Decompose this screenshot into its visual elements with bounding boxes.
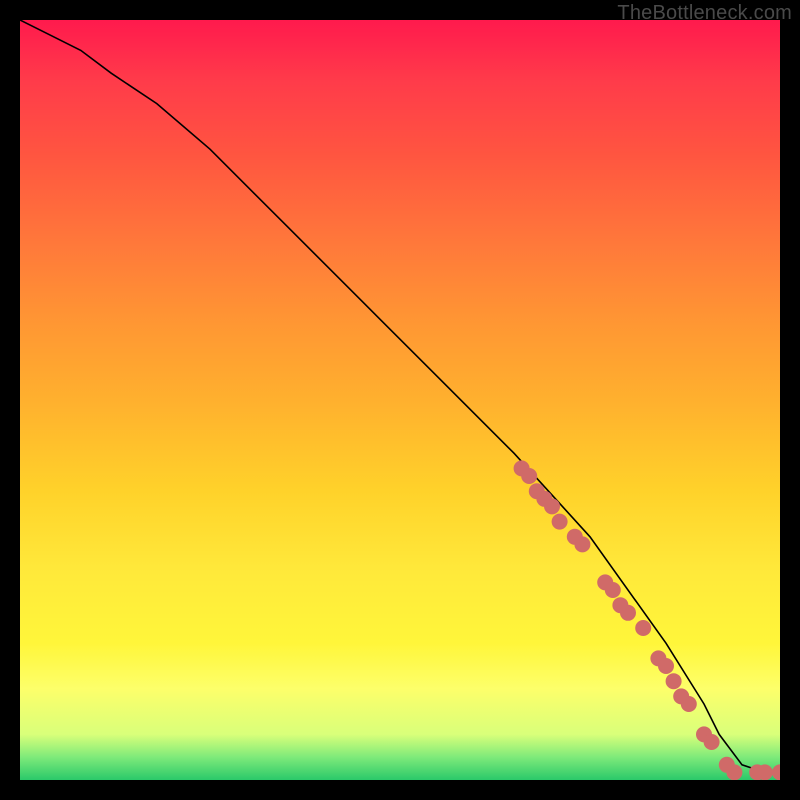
plot-area bbox=[20, 20, 780, 780]
chart-frame: TheBottleneck.com bbox=[0, 0, 800, 800]
watermark-text: TheBottleneck.com bbox=[617, 2, 792, 25]
